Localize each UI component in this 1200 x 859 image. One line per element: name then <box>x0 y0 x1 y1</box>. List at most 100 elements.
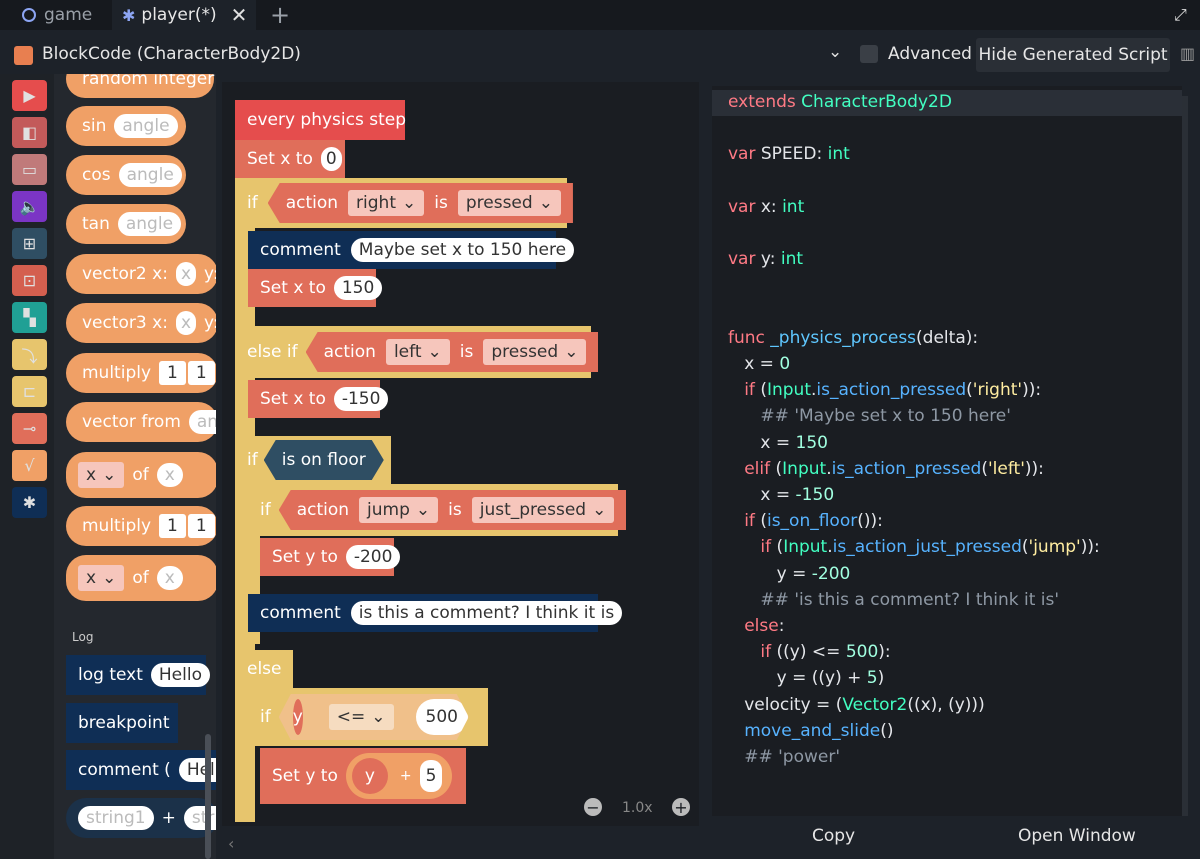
log-category-icon[interactable]: ✱ <box>12 487 47 518</box>
set-y-block[interactable]: Set y to -200 <box>260 538 401 576</box>
set-x-block[interactable]: Set x to 0 <box>235 140 345 178</box>
log-text-input[interactable]: Hello <box>150 663 210 687</box>
hide-generated-script-button[interactable]: Hide Generated Script <box>976 38 1170 72</box>
sounds-category-icon[interactable]: 🔈 <box>12 191 47 222</box>
value-input[interactable]: 500 <box>416 699 468 735</box>
y-variable[interactable]: y <box>351 758 388 794</box>
palette-block-tan[interactable]: tan angle <box>66 204 186 244</box>
set-y-block[interactable]: Set y to y + 5 <box>260 748 466 804</box>
angle-input[interactable]: angle <box>118 163 182 187</box>
action-pressed-block[interactable]: action right ⌄ is pressed ⌄ <box>267 183 573 223</box>
else-if-block[interactable]: else if action left ⌄ is pressed ⌄ <box>235 326 599 378</box>
palette-vector-from-label: vector from <box>82 412 181 432</box>
input-category-icon[interactable]: ▚ <box>12 302 47 333</box>
one-input[interactable]: 1 <box>187 514 215 538</box>
set-x-block[interactable]: Set x to -150 <box>248 380 389 418</box>
comment-input[interactable]: Maybe set x to 150 here <box>350 238 575 262</box>
chevron-left-icon[interactable]: ‹ <box>228 834 234 853</box>
one-input[interactable]: 1 <box>187 361 215 385</box>
if-compare-block[interactable]: if y <= ⌄ 500 <box>248 688 488 746</box>
value-input[interactable]: -150 <box>333 387 389 411</box>
state-dropdown[interactable]: just_pressed ⌄ <box>471 497 615 523</box>
chevron-down-icon[interactable]: ⌄ <box>828 42 842 62</box>
logic-category-icon[interactable]: ⊏ <box>12 376 47 407</box>
tab-player[interactable]: ✱ player(*) ✕ <box>112 0 256 30</box>
state-dropdown[interactable]: pressed ⌄ <box>457 190 561 216</box>
action-dropdown[interactable]: right ⌄ <box>348 190 425 216</box>
zoom-out-icon[interactable]: − <box>584 798 602 817</box>
palette-block-of[interactable]: x ⌄ of x <box>66 452 216 498</box>
value-input[interactable]: -200 <box>345 545 401 569</box>
x-input[interactable]: x <box>175 262 196 286</box>
zoom-in-icon[interactable]: + <box>672 798 690 817</box>
operator-dropdown[interactable]: <= ⌄ <box>329 704 394 730</box>
palette-block-sin[interactable]: sin angle <box>66 106 186 146</box>
axis-dropdown[interactable]: x ⌄ <box>78 565 125 591</box>
control-category-icon[interactable]: ⤵ <box>12 339 47 370</box>
palette-block-multiply[interactable]: multiply 1 1 <box>66 353 216 393</box>
value-input[interactable]: 5 <box>419 760 443 792</box>
one-input[interactable]: 1 <box>159 514 186 538</box>
palette-block-vector2[interactable]: vector2 x: x y: <box>66 254 216 294</box>
action-dropdown[interactable]: left ⌄ <box>385 339 450 365</box>
else-block[interactable]: else <box>235 650 293 688</box>
advanced-label[interactable]: Advanced <box>888 44 972 64</box>
string1-input[interactable]: string1 <box>78 806 154 830</box>
value-input[interactable]: 0 <box>320 147 342 171</box>
palette-block-breakpoint[interactable]: breakpoint <box>66 703 178 743</box>
angle-input[interactable]: angle <box>117 212 182 236</box>
palette-block-of-2[interactable]: x ⌄ of x <box>66 555 216 601</box>
add-tab-icon[interactable]: + <box>270 0 296 30</box>
advanced-checkbox[interactable] <box>860 45 878 63</box>
lifecycle-category-icon[interactable]: ◧ <box>12 117 47 148</box>
palette-scrollbar[interactable] <box>205 734 211 859</box>
event-physics-step-block[interactable]: every physics step <box>235 100 406 140</box>
compare-block[interactable]: y <= ⌄ 500 <box>279 694 469 740</box>
trash-icon[interactable]: ▥ <box>1180 44 1195 63</box>
if-block[interactable]: if is on floor <box>235 436 391 484</box>
copy-button[interactable]: Copy <box>812 826 855 846</box>
open-window-button[interactable]: Open Window <box>1018 826 1136 846</box>
one-input[interactable]: 1 <box>159 361 186 385</box>
tab-game[interactable]: game <box>22 0 102 30</box>
palette-block-vector3[interactable]: vector3 x: x y: <box>66 303 216 343</box>
angle-input[interactable]: angle <box>114 114 178 138</box>
string2-input[interactable]: strin <box>183 806 216 830</box>
x-input[interactable]: x <box>175 311 196 335</box>
add-block[interactable]: y + 5 <box>345 753 452 799</box>
state-dropdown[interactable]: pressed ⌄ <box>483 339 587 365</box>
action-dropdown[interactable]: jump ⌄ <box>359 497 439 523</box>
x-input[interactable]: x <box>156 463 183 487</box>
palette-block-multiply-2[interactable]: multiply 1 1 <box>66 506 216 546</box>
axis-dropdown[interactable]: x ⌄ <box>78 462 125 488</box>
palette-block-vector-from[interactable]: vector from ang <box>66 402 216 442</box>
action-pressed-block[interactable]: action jump ⌄ is just_pressed ⌄ <box>278 490 627 530</box>
events-category-icon[interactable]: ▶ <box>12 80 47 111</box>
close-icon[interactable]: ✕ <box>231 3 248 27</box>
palette-block-concat[interactable]: string1 + strin <box>66 798 216 838</box>
action-pressed-block[interactable]: action left ⌄ is pressed ⌄ <box>305 332 599 372</box>
comment-block[interactable]: comment is this a comment? I think it is <box>248 594 623 632</box>
is-on-floor-block[interactable]: is on floor <box>264 440 384 480</box>
comment-block[interactable]: comment Maybe set x to 150 here <box>248 231 575 269</box>
communication-category-icon[interactable]: ⊡ <box>12 265 47 296</box>
comment-input[interactable]: is this a comment? I think it is <box>350 601 623 625</box>
graphics-category-icon[interactable]: ▭ <box>12 154 47 185</box>
block-canvas[interactable]: every physics step Set x to 0 if action … <box>222 82 699 826</box>
palette-block-cos[interactable]: cos angle <box>66 155 186 195</box>
x-input[interactable]: x <box>156 566 183 590</box>
fullscreen-icon[interactable]: ⤢ <box>1174 0 1196 30</box>
if-block[interactable]: if action right ⌄ is pressed ⌄ <box>235 178 573 228</box>
math-category-icon[interactable]: √ <box>12 450 47 481</box>
set-x-block[interactable]: Set x to 150 <box>248 269 383 307</box>
palette-block-comment[interactable]: comment ( Hello <box>66 750 216 790</box>
if-jump-block[interactable]: if action jump ⌄ is just_pressed ⌄ <box>248 484 627 536</box>
palette-block-log-text[interactable]: log text Hello <box>66 655 210 695</box>
y-variable[interactable]: y <box>293 699 303 735</box>
code-scrollbar[interactable] <box>1182 96 1188 816</box>
nodes-category-icon[interactable]: ⊞ <box>12 228 47 259</box>
angle-input[interactable]: ang <box>188 410 216 434</box>
palette-block-random[interactable]: random integer <box>66 74 214 98</box>
value-input[interactable]: 150 <box>333 276 383 300</box>
variables-category-icon[interactable]: ⊸ <box>12 413 47 444</box>
